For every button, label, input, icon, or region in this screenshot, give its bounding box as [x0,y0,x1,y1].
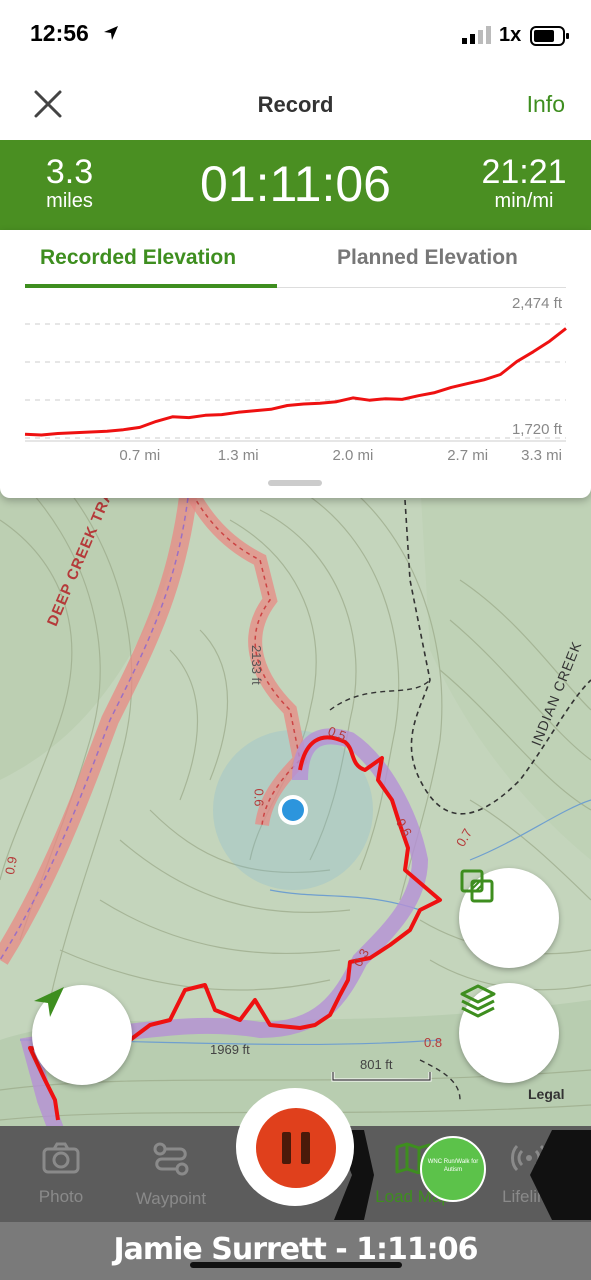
signal-icon [462,26,491,44]
stats-bar: 3.3 miles 01:11:06 21:21 min/mi [0,140,591,230]
event-logo-badge: WNC Run/Walk for Autism [420,1136,486,1202]
battery-icon [530,26,569,46]
tab-recorded-elevation[interactable]: Recorded Elevation [40,246,236,270]
pause-record-button[interactable] [256,1108,336,1188]
legal-link[interactable]: Legal [528,1086,565,1102]
overlay-chevron-right-icon [530,1130,591,1220]
waypoint-label: Waypoint [135,1189,207,1208]
elevation-card: Recorded Elevation Planned Elevation 2,4… [0,230,591,498]
waypoint-button[interactable]: Waypoint [121,1142,221,1209]
photo-label: Photo [38,1187,84,1206]
x-tick-label: 3.3 mi [521,447,562,464]
badge-text: WNC Run/Walk for Autism [427,1159,479,1173]
location-arrow-icon [104,26,118,40]
x-tick-label: 0.7 mi [119,447,160,464]
map-view[interactable]: DEEP CREEK TRAIL INDIAN CREEK 2133 ft 19… [0,480,591,1140]
map-scale-label: 801 ft [360,1057,393,1072]
camera-icon [42,1142,80,1174]
status-bar: 12:56 1x [0,0,591,72]
waypoint-icon [153,1142,189,1176]
x-tick-label: 1.3 mi [218,447,259,464]
page-title: Record [257,92,334,117]
map-layers-button[interactable] [459,983,559,1083]
map-overlay-button[interactable] [459,868,559,968]
overlay-squares-icon [460,869,494,903]
layers-icon [460,984,496,1018]
header: Record Info [0,72,591,140]
photo-button[interactable]: Photo [11,1142,111,1207]
mile-marker: 0.8 [424,1035,443,1050]
navigation-arrow-icon [34,987,64,1017]
mile-marker: 0.9 [2,855,20,876]
elevation-series-line [24,327,567,437]
pace-value: 21:21 [481,153,567,191]
y-min-label: 1,720 ft [512,421,563,438]
home-indicator[interactable] [190,1262,402,1268]
pace-unit: min/mi [494,190,554,212]
mile-marker: 0.6 [251,788,267,807]
elevation-label-2133: 2133 ft [249,645,264,685]
locate-me-button[interactable] [32,985,132,1085]
y-max-label: 2,474 ft [512,295,563,312]
pace-stat: 21:21 min/mi [479,154,569,212]
x-tick-label: 2.0 mi [332,447,373,464]
pause-icon [282,1132,291,1164]
elevation-label-1969: 1969 ft [210,1042,250,1057]
elevation-chart: 2,474 ft 1,720 ft 0.7 mi 1.3 mi 2.0 mi 2.7 … [24,295,567,464]
zoom-indicator: 1x [499,24,522,46]
tab-planned-elevation[interactable]: Planned Elevation [337,246,518,270]
video-caption: Jamie Surrett - 1:11:06 [0,1222,591,1280]
status-time: 12:56 [30,20,89,46]
drag-handle[interactable] [268,480,322,486]
x-tick-label: 2.7 mi [447,447,488,464]
info-button[interactable]: Info [527,91,565,118]
